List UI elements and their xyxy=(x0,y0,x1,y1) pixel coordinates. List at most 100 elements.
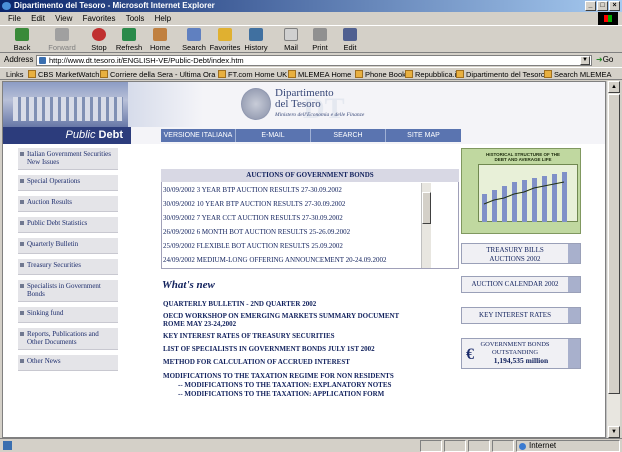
bills-line2: AUCTIONS 2002 xyxy=(489,255,541,263)
sidebar-item-new-issues[interactable]: Italian Government Securities New Issues xyxy=(18,148,118,170)
auction-link[interactable]: 30/09/2002 3 YEAR BTP AUCTION RESULTS 27… xyxy=(163,186,342,194)
link-item[interactable]: Repubblica.it xyxy=(405,68,458,79)
go-button[interactable]: ➜Go xyxy=(596,54,613,66)
sidebar-item-quarterly-bulletin[interactable]: Quarterly Bulletin xyxy=(18,238,118,254)
link-item[interactable]: MLEMEA Home xyxy=(288,68,351,79)
auction-calendar-link[interactable]: AUCTION CALENDAR 2002 xyxy=(461,276,581,293)
favorites-button[interactable]: Favorites xyxy=(209,27,241,53)
address-dropdown-button[interactable]: ▼ xyxy=(580,56,590,65)
edit-button[interactable]: Edit xyxy=(340,27,360,53)
bills-line1: TREASURY BILLS xyxy=(486,246,544,254)
menu-help[interactable]: Help xyxy=(155,14,171,23)
debt-structure-chart[interactable]: HISTORICAL STRUCTURE OF THE DEBT AND AVE… xyxy=(461,148,581,234)
title-bar: Dipartimento del Tesoro - Microsoft Inte… xyxy=(0,0,622,12)
page-scrollbar[interactable]: ▲ ▼ xyxy=(606,81,620,438)
link-item[interactable]: FT.com Home UK xyxy=(218,68,287,79)
menu-tools[interactable]: Tools xyxy=(126,14,145,23)
auction-link[interactable]: 24/09/2002 MEDIUM-LONG OFFERING ANNOUNCE… xyxy=(163,256,386,264)
chart-bars-graphic xyxy=(482,172,567,222)
link-icon xyxy=(28,70,36,78)
page-content: DT Dipartimento del Tesoro Ministero del… xyxy=(2,81,606,438)
link-icon xyxy=(218,70,226,78)
status-cell xyxy=(468,440,490,452)
nav-email[interactable]: E-MAIL xyxy=(236,129,311,142)
news-link[interactable]: LIST OF SPECIALISTS IN GOVERNMENT BONDS … xyxy=(163,345,375,353)
nav-search[interactable]: SEARCH xyxy=(311,129,386,142)
nav-site-map[interactable]: SITE MAP xyxy=(386,129,461,142)
favorites-icon xyxy=(218,28,232,41)
sidebar-item-auction-results[interactable]: Auction Results xyxy=(18,196,118,212)
news-link[interactable]: METHOD FOR CALCULATION OF ACCRUED INTERE… xyxy=(163,358,350,366)
treasury-bills-auctions-link[interactable]: TREASURY BILLS AUCTIONS 2002 xyxy=(461,243,581,264)
sidebar-item-sinking-fund[interactable]: Sinking fund xyxy=(18,307,118,323)
address-label: Address xyxy=(4,55,34,64)
auction-link[interactable]: 30/09/2002 10 YEAR BTP AUCTION RESULTS 2… xyxy=(163,200,345,208)
sidebar: Italian Government Securities New Issues… xyxy=(18,148,118,376)
ie-icon xyxy=(2,2,11,10)
refresh-button[interactable]: Refresh xyxy=(115,27,143,53)
site-logo[interactable]: Dipartimento del Tesoro xyxy=(275,88,334,110)
news-link[interactable]: QUARTERLY BULLETIN - 2ND QUARTER 2002 xyxy=(163,300,316,308)
auction-link[interactable]: 25/09/2002 FLEXIBLE BOT AUCTION RESULTS … xyxy=(163,242,343,250)
link-item[interactable]: Corriere della Sera - Ultima Ora xyxy=(100,68,215,79)
link-item[interactable]: Search MLEMEA xyxy=(544,68,612,79)
nav-versione-italiana[interactable]: VERSIONE ITALIANA xyxy=(161,129,236,142)
status-bar: Internet xyxy=(0,438,622,452)
sidebar-item-special-operations[interactable]: Special Operations xyxy=(18,175,118,191)
security-zone: Internet xyxy=(516,440,620,452)
mail-button[interactable]: Mail xyxy=(280,27,302,53)
scroll-down-button[interactable]: ▼ xyxy=(608,426,620,438)
forward-button[interactable]: Forward xyxy=(44,27,80,53)
menu-view[interactable]: View xyxy=(55,14,72,23)
sidebar-item-reports[interactable]: Reports, Publications and Other Document… xyxy=(18,328,118,350)
chart-title: HISTORICAL STRUCTURE OF THE DEBT AND AVE… xyxy=(485,152,561,162)
link-icon xyxy=(100,70,108,78)
link-icon xyxy=(355,70,363,78)
search-button[interactable]: Search xyxy=(180,27,208,53)
news-sublink[interactable]: -- MODIFICATIONS TO THE TAXATION: APPLIC… xyxy=(178,390,384,398)
auctions-scroll-thumb[interactable] xyxy=(422,192,431,224)
news-link[interactable]: OECD WORKSHOP ON EMERGING MARKETS SUMMAR… xyxy=(163,312,403,328)
sidebar-item-specialists[interactable]: Specialists in Government Bonds xyxy=(18,280,118,302)
news-link[interactable]: KEY INTEREST RATES OF TREASURY SECURITIE… xyxy=(163,332,335,340)
news-link[interactable]: MODIFICATIONS TO THE TAXATION REGIME FOR… xyxy=(163,372,394,380)
link-item[interactable]: Dipartimento del Tesoro xyxy=(456,68,545,79)
link-item[interactable]: CBS MarketWatch xyxy=(28,68,99,79)
sidebar-item-other-news[interactable]: Other News xyxy=(18,355,118,371)
scroll-thumb[interactable] xyxy=(608,94,620,394)
auction-link[interactable]: 26/09/2002 6 MONTH BOT AUCTION RESULTS 2… xyxy=(163,228,350,236)
logo-line2: del Tesoro xyxy=(275,98,321,110)
sidebar-item-statistics[interactable]: Public Debt Statistics xyxy=(18,217,118,233)
section-label-b: Debt xyxy=(98,129,123,141)
print-icon xyxy=(313,28,327,41)
search-icon xyxy=(187,28,201,41)
section-label: Public Debt xyxy=(3,127,131,144)
auctions-scrollbar[interactable] xyxy=(421,183,431,268)
sidebar-item-treasury-securities[interactable]: Treasury Securities xyxy=(18,259,118,275)
menu-favorites[interactable]: Favorites xyxy=(83,14,116,23)
auction-link[interactable]: 30/09/2002 7 YEAR CCT AUCTION RESULTS 27… xyxy=(163,214,343,222)
section-label-a: Public xyxy=(65,129,99,141)
go-arrow-icon: ➜ xyxy=(596,55,603,64)
back-arrow-icon xyxy=(15,28,29,41)
address-input[interactable]: http://www.dt.tesoro.it/ENGLISH-VE/Publi… xyxy=(36,55,592,66)
maximize-button[interactable]: □ xyxy=(597,1,608,11)
scroll-up-button[interactable]: ▲ xyxy=(608,81,620,93)
key-interest-rates-link[interactable]: KEY INTEREST RATES xyxy=(461,307,581,324)
close-button[interactable]: × xyxy=(609,1,620,11)
home-button[interactable]: Home xyxy=(148,27,172,53)
menu-file[interactable]: File xyxy=(8,14,21,23)
bonds-outstanding-link[interactable]: GOVERNMENT BONDS OUTSTANDING 1,194,535 m… xyxy=(461,338,581,369)
banner-image xyxy=(3,82,128,127)
news-sublink[interactable]: -- MODIFICATIONS TO THE TAXATION: EXPLAN… xyxy=(178,381,391,389)
link-item[interactable]: Phone Book xyxy=(355,68,406,79)
stop-icon xyxy=(92,28,106,41)
minimize-button[interactable]: _ xyxy=(585,1,596,11)
print-button[interactable]: Print xyxy=(310,27,330,53)
link-icon xyxy=(405,70,413,78)
history-button[interactable]: History xyxy=(243,27,269,53)
top-nav: VERSIONE ITALIANA E-MAIL SEARCH SITE MAP xyxy=(161,129,461,142)
menu-edit[interactable]: Edit xyxy=(31,14,45,23)
back-button[interactable]: Back xyxy=(6,27,38,53)
stop-button[interactable]: Stop xyxy=(86,27,112,53)
